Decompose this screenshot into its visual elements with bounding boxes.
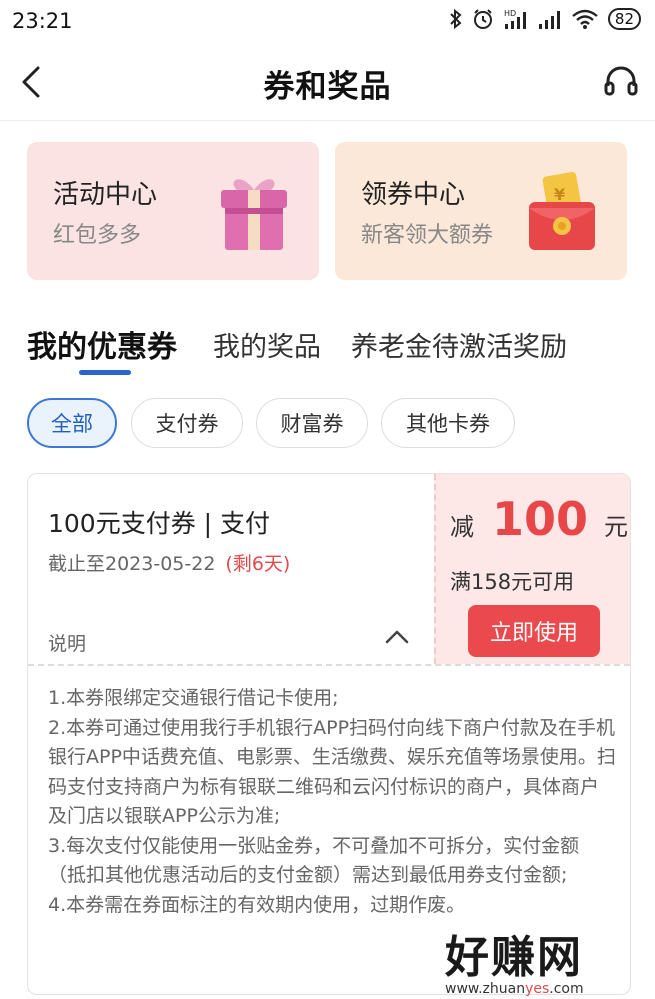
coupon-name: 100元支付券 | 支付	[48, 509, 271, 538]
status-time: 23:21	[12, 9, 73, 33]
svg-text:¥: ¥	[554, 185, 565, 204]
discount-line: 减 100 元	[450, 492, 628, 546]
discount-prefix: 减	[450, 513, 474, 541]
coupon-center-subtitle: 新客领大额券	[361, 223, 494, 248]
coupon-term: 1.本券限绑定交通银行借记卡使用;	[48, 687, 339, 709]
filter-all[interactable]: 全部	[27, 398, 117, 448]
coupon-threshold: 满158元可用	[450, 570, 575, 594]
coupon-summary: 100元支付券 | 支付 截止至2023-05-22 (剩6天) 说明 减 100…	[28, 474, 630, 664]
coupon-divider	[28, 664, 630, 666]
network-tag: HD	[504, 9, 516, 18]
coupon-explain-label: 说明	[48, 633, 87, 655]
discount-unit: 元	[604, 513, 629, 541]
red-envelope-icon: ¥	[529, 171, 595, 250]
coupon-terms: 1.本券限绑定交通银行借记卡使用; 2.本券可通过使用我行手机银行APP扫码付向…	[48, 684, 616, 920]
chevron-up-icon[interactable]	[384, 626, 410, 646]
wifi-icon	[572, 9, 598, 29]
watermark: 好赚网 www.zhuanyes.com	[445, 921, 641, 997]
filter-other-cards[interactable]: 其他卡券	[381, 398, 515, 448]
watermark-url-prefix: www.zhuan	[445, 981, 526, 997]
coupon-center-card[interactable]: 领券中心 新客领大额券 ¥	[335, 142, 627, 280]
coupon-value-panel: 减 100 元 满158元可用 立即使用	[434, 474, 630, 664]
activity-center-card[interactable]: 活动中心 红包多多	[27, 142, 319, 280]
discount-amount: 100	[492, 492, 589, 546]
filter-payment[interactable]: 支付券	[131, 398, 243, 448]
tab-my-coupons[interactable]: 我的优惠券	[27, 322, 177, 366]
signal-icon	[538, 11, 560, 29]
coupon-term: 4.本券需在券面标注的有效期内使用，过期作废。	[48, 893, 466, 916]
coupon-remaining-days: (剩6天)	[225, 553, 291, 575]
coupon-center-title: 领券中心	[361, 180, 466, 210]
signal-hd-icon: HD	[504, 9, 526, 29]
bluetooth-icon	[450, 8, 462, 30]
filter-wealth[interactable]: 财富券	[256, 398, 368, 448]
activity-center-title: 活动中心	[53, 180, 158, 210]
tab-pension-rewards[interactable]: 养老金待激活奖励	[351, 325, 567, 364]
activity-center-subtitle: 红包多多	[53, 223, 142, 248]
tab-bar: 我的优惠券 我的奖品 养老金待激活奖励	[27, 322, 637, 382]
coupon-term: 3.每次支付仅能使用一张贴金券，不可叠加不可拆分，实付金额（抵扣其他优惠活动后的…	[48, 834, 580, 887]
watermark-url-highlight: yes	[525, 981, 550, 997]
filter-chips: 全部 支付券 财富券 其他卡券	[27, 398, 637, 452]
watermark-url-suffix: .com	[549, 981, 584, 997]
alarm-icon	[473, 9, 492, 29]
tab-active-indicator	[79, 370, 131, 375]
coupon-expiry-row: 截止至2023-05-22 (剩6天)	[48, 549, 290, 576]
battery-indicator: 82	[607, 8, 641, 30]
coupon-expiry: 截止至2023-05-22	[48, 553, 216, 575]
watermark-url: www.zhuanyes.com	[445, 981, 641, 997]
page-title: 券和奖品	[263, 69, 392, 105]
tab-my-prizes[interactable]: 我的奖品	[213, 325, 321, 364]
use-now-button[interactable]: 立即使用	[468, 605, 600, 657]
coupon-card: 100元支付券 | 支付 截止至2023-05-22 (剩6天) 说明 减 100…	[27, 473, 631, 995]
gift-box-icon	[221, 179, 287, 250]
nav-bar: 券和奖品	[0, 44, 655, 121]
customer-service-icon[interactable]	[603, 64, 639, 100]
watermark-text: 好赚网	[445, 932, 583, 983]
coupon-term: 2.本券可通过使用我行手机银行APP扫码付向线下商户付款及在手机银行APP中话费…	[48, 716, 616, 828]
status-bar: 23:21 HD 82	[0, 0, 655, 44]
status-icons: HD 82	[449, 8, 641, 30]
